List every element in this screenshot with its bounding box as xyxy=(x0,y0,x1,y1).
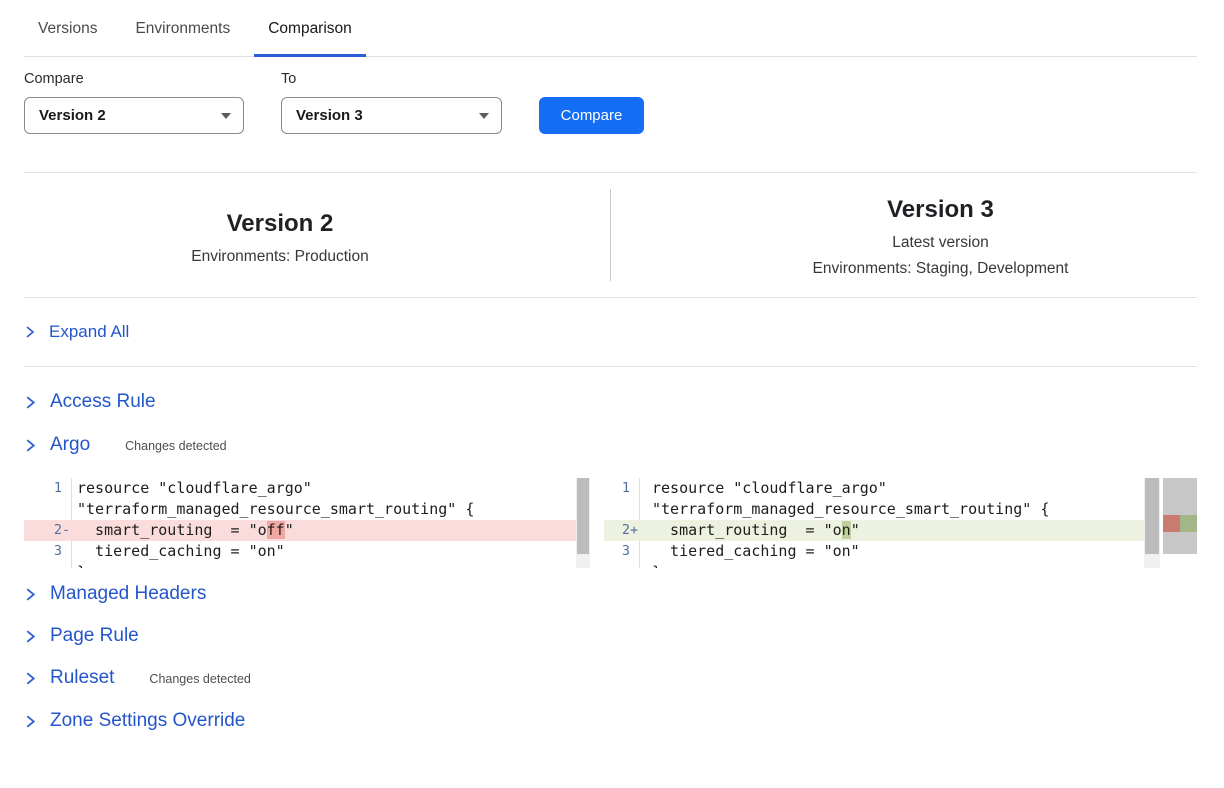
divider xyxy=(24,366,1197,367)
version-headers: Version 2 Environments: Production Versi… xyxy=(24,173,1197,297)
chevron-right-icon xyxy=(24,587,37,602)
expand-all-label: Expand All xyxy=(49,322,129,342)
section-zone-settings-override[interactable]: Zone Settings Override xyxy=(24,710,245,732)
chevron-right-icon xyxy=(24,629,37,644)
section-label: Ruleset xyxy=(50,667,114,689)
diff-right-pane: 1 resource "cloudflare_argo" "terraform_… xyxy=(604,478,1144,568)
ruler-deletion-mark xyxy=(1163,515,1180,532)
ruler-addition-mark xyxy=(1180,515,1197,532)
version-right-title: Version 3 xyxy=(684,195,1197,225)
diff-line: 1 resource "cloudflare_argo" xyxy=(24,478,576,499)
version-right-subtitle: Latest version xyxy=(684,230,1197,256)
argo-diff-viewer: 1 resource "cloudflare_argo" "terraform_… xyxy=(24,478,1197,568)
diff-left-pane: 1 resource "cloudflare_argo" "terraform_… xyxy=(24,478,576,568)
scrollbar-thumb[interactable] xyxy=(1145,478,1159,554)
diff-line-added: 2+ smart_routing = "on" xyxy=(604,520,1144,541)
deletion-sign: - xyxy=(62,520,71,541)
chevron-right-icon xyxy=(24,438,37,453)
version-left-title: Version 2 xyxy=(24,209,536,239)
to-label: To xyxy=(281,71,296,87)
section-label: Page Rule xyxy=(50,625,139,647)
compare-from-value: Version 2 xyxy=(39,107,106,124)
version-right-header: Version 3 Latest version Environments: S… xyxy=(684,195,1197,282)
section-label: Zone Settings Override xyxy=(50,710,245,732)
diff-overview-ruler xyxy=(1163,478,1197,554)
section-argo[interactable]: Argo Changes detected xyxy=(24,434,227,456)
expand-all-button[interactable]: Expand All xyxy=(24,322,129,342)
tab-bar: Versions Environments Comparison xyxy=(0,0,1224,57)
scrollbar-thumb[interactable] xyxy=(577,478,589,554)
diff-line-clipped: } xyxy=(24,562,576,568)
diff-line: 3 tiered_caching = "on" xyxy=(604,541,1144,562)
section-ruleset[interactable]: Ruleset Changes detected xyxy=(24,667,251,689)
changed-word: ff xyxy=(267,521,285,539)
scrollbar[interactable] xyxy=(576,478,590,568)
version-right-environments: Environments: Staging, Development xyxy=(684,256,1197,282)
diff-line-clipped: } xyxy=(604,562,1144,568)
chevron-right-icon xyxy=(24,325,36,339)
tab-comparison[interactable]: Comparison xyxy=(254,0,366,57)
section-label: Managed Headers xyxy=(50,583,206,605)
changes-detected-badge: Changes detected xyxy=(125,439,226,453)
scrollbar[interactable] xyxy=(1144,478,1160,568)
compare-button[interactable]: Compare xyxy=(539,97,644,134)
diff-line: 3 tiered_caching = "on" xyxy=(24,541,576,562)
vertical-divider xyxy=(610,189,611,281)
changed-word: n xyxy=(842,521,851,539)
tab-versions[interactable]: Versions xyxy=(24,0,111,57)
addition-sign: + xyxy=(630,520,639,541)
chevron-right-icon xyxy=(24,395,37,410)
chevron-down-icon xyxy=(479,113,489,119)
chevron-right-icon xyxy=(24,714,37,729)
section-label: Argo xyxy=(50,434,90,456)
section-label: Access Rule xyxy=(50,391,156,413)
diff-line-wrap: "terraform_managed_resource_smart_routin… xyxy=(24,499,576,520)
comparison-page: Versions Environments Comparison Compare… xyxy=(0,0,1224,788)
section-managed-headers[interactable]: Managed Headers xyxy=(24,583,206,605)
compare-to-select[interactable]: Version 3 xyxy=(281,97,502,134)
divider xyxy=(24,297,1197,298)
changes-detected-badge: Changes detected xyxy=(149,672,250,686)
diff-line: 1 resource "cloudflare_argo" xyxy=(604,478,1144,499)
diff-line-wrap: "terraform_managed_resource_smart_routin… xyxy=(604,499,1144,520)
compare-from-select[interactable]: Version 2 xyxy=(24,97,244,134)
chevron-right-icon xyxy=(24,671,37,686)
compare-label: Compare xyxy=(24,71,84,87)
chevron-down-icon xyxy=(221,113,231,119)
compare-to-value: Version 3 xyxy=(296,107,363,124)
diff-line-deleted: 2- smart_routing = "off" xyxy=(24,520,576,541)
tab-environments[interactable]: Environments xyxy=(121,0,244,57)
section-page-rule[interactable]: Page Rule xyxy=(24,625,139,647)
section-access-rule[interactable]: Access Rule xyxy=(24,391,156,413)
version-left-header: Version 2 Environments: Production xyxy=(24,209,536,270)
version-left-environments: Environments: Production xyxy=(24,244,536,270)
